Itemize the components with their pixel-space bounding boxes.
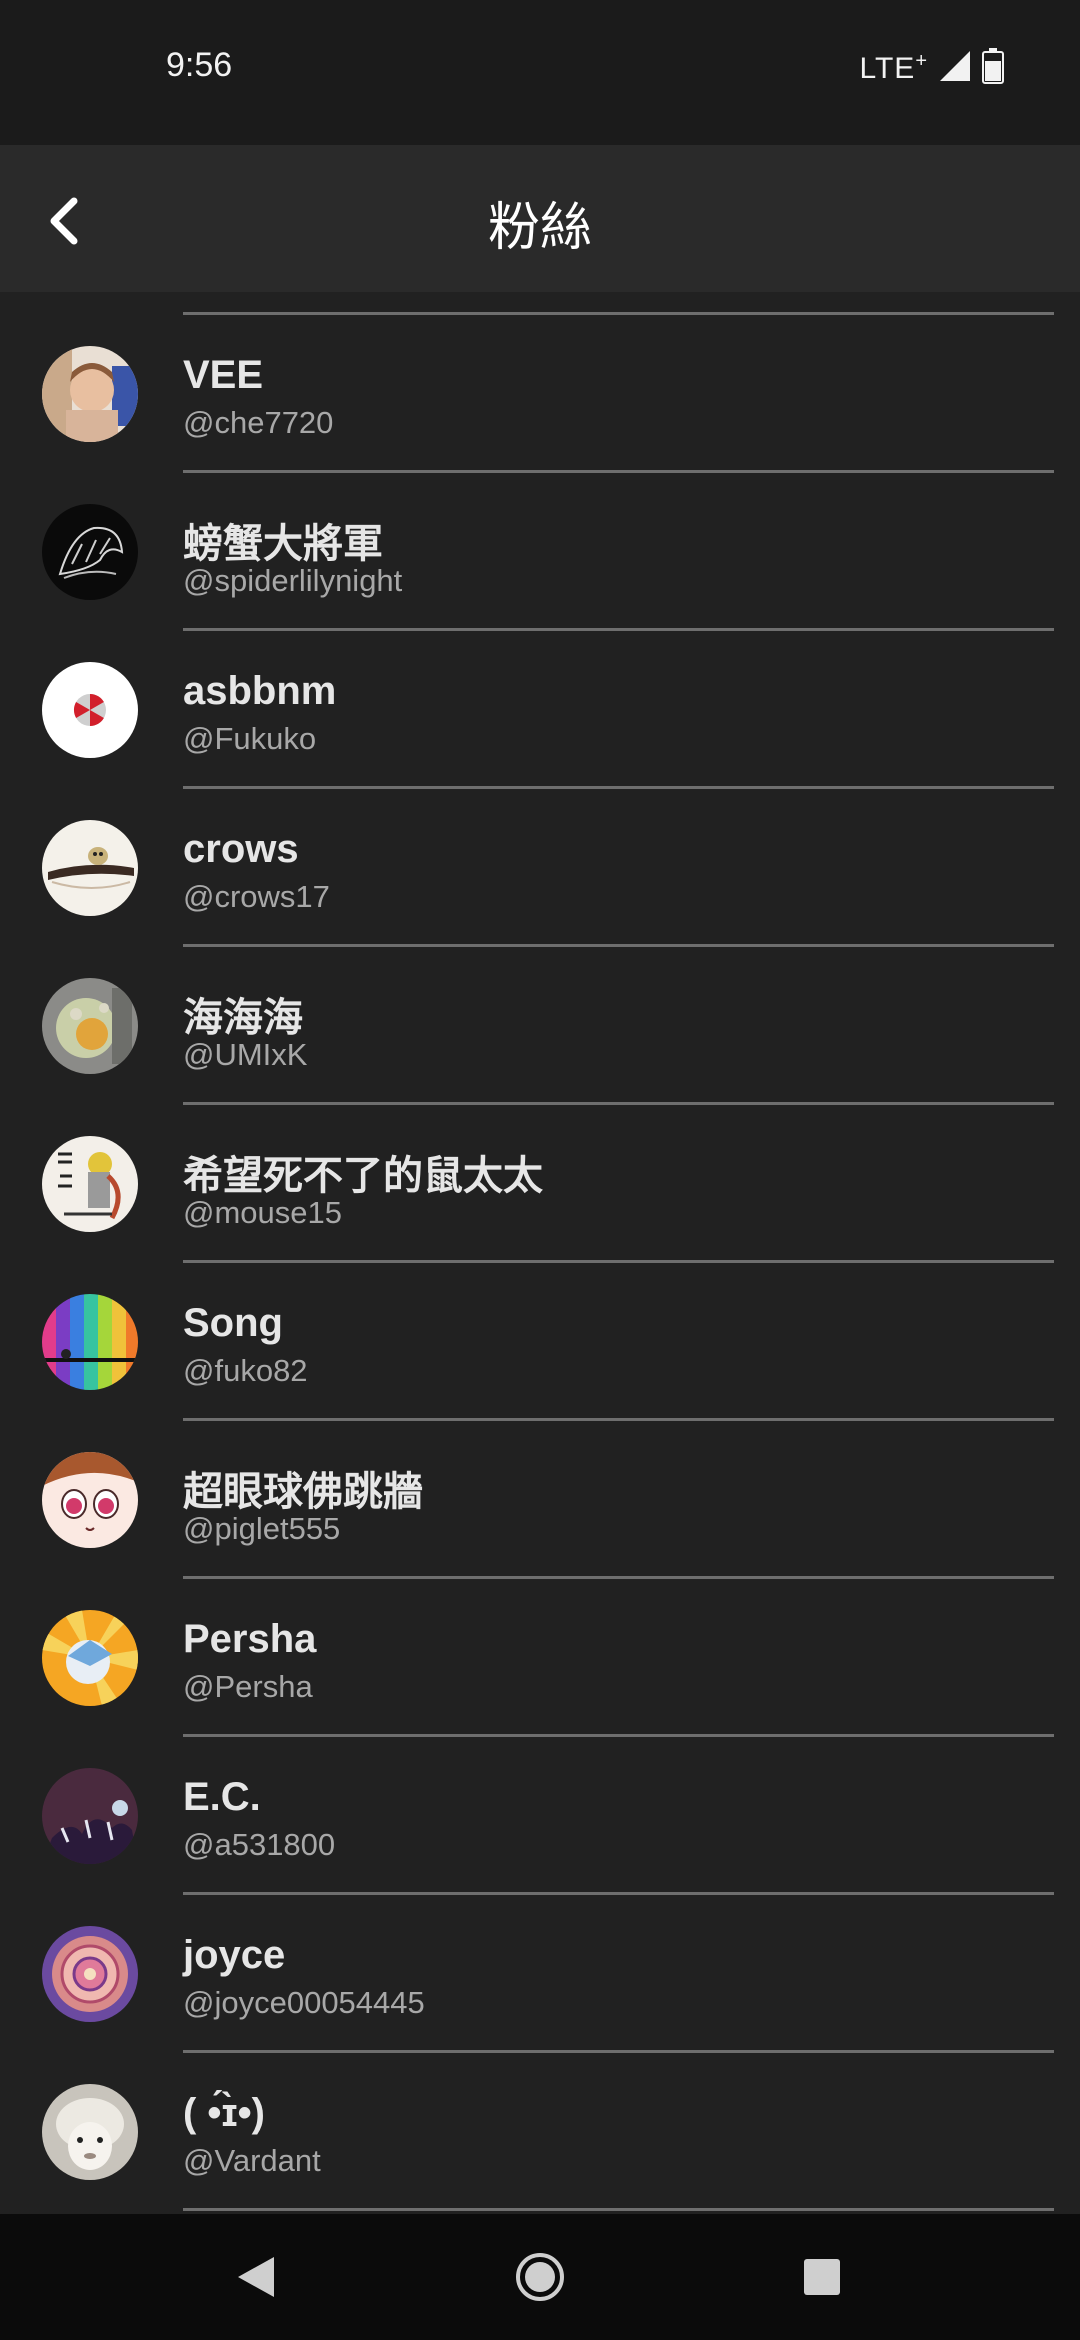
follower-name: Song	[183, 1301, 283, 1345]
follower-handle: @che7720	[183, 405, 334, 440]
status-bar: 9:56 LTE+	[0, 0, 1080, 145]
avatar	[42, 1294, 138, 1390]
follower-name: joyce	[183, 1933, 286, 1977]
follower-name: ( •́ɪ̀•)	[183, 2091, 265, 2135]
avatar	[42, 662, 138, 758]
avatar	[42, 1610, 138, 1706]
follower-list[interactable]: VEE @che7720 螃蟹大將軍 @spiderlilynight asbb…	[0, 292, 1080, 2214]
list-divider	[183, 2208, 1054, 2211]
avatar	[42, 1926, 138, 2022]
follower-handle: @joyce00054445	[183, 1985, 425, 2020]
list-item[interactable]: VEE @che7720	[0, 315, 1080, 473]
follower-handle: @Fukuko	[183, 721, 317, 756]
follower-name: 超眼球佛跳牆	[183, 1470, 423, 1514]
follower-name: 海海海	[183, 996, 303, 1040]
follower-name: crows	[183, 827, 299, 871]
list-item[interactable]: ( •́ɪ̀•) @Vardant	[0, 2053, 1080, 2211]
follower-handle: @piglet555	[183, 1511, 341, 1546]
nav-back-button[interactable]	[226, 2247, 286, 2307]
follower-handle: @crows17	[183, 879, 330, 914]
list-item[interactable]: 海海海 @UMIxK	[0, 947, 1080, 1105]
list-item[interactable]: 希望死不了的鼠太太 @mouse15	[0, 1105, 1080, 1263]
avatar	[42, 2084, 138, 2180]
app-bar: 粉絲	[0, 145, 1080, 292]
nav-recents-button[interactable]	[792, 2247, 852, 2307]
status-time: 9:56	[166, 46, 233, 84]
list-item[interactable]: Song @fuko82	[0, 1263, 1080, 1421]
follower-name: asbbnm	[183, 669, 337, 713]
nav-home-button[interactable]	[510, 2247, 570, 2307]
status-icons: LTE+	[860, 48, 1004, 88]
list-item[interactable]: E.C. @a531800	[0, 1737, 1080, 1895]
follower-handle: @a531800	[183, 1827, 336, 1862]
follower-handle: @UMIxK	[183, 1037, 308, 1072]
avatar	[42, 504, 138, 600]
system-nav-bar	[0, 2214, 1080, 2340]
follower-handle: @spiderlilynight	[183, 563, 403, 598]
follower-handle: @mouse15	[183, 1195, 342, 1230]
follower-name: E.C.	[183, 1775, 261, 1819]
avatar	[42, 820, 138, 916]
network-type: LTE+	[859, 50, 928, 85]
follower-name: VEE	[183, 353, 264, 397]
square-recents-icon	[804, 2259, 840, 2295]
follower-handle: @Vardant	[183, 2143, 321, 2178]
avatar	[42, 978, 138, 1074]
list-item[interactable]: crows @crows17	[0, 789, 1080, 947]
list-item[interactable]: joyce @joyce00054445	[0, 1895, 1080, 2053]
follower-name: 希望死不了的鼠太太	[183, 1154, 543, 1198]
list-item[interactable]: 螃蟹大將軍 @spiderlilynight	[0, 473, 1080, 631]
avatar	[42, 346, 138, 442]
follower-name: 螃蟹大將軍	[183, 522, 383, 566]
circle-home-icon	[516, 2253, 564, 2301]
list-item[interactable]: asbbnm @Fukuko	[0, 631, 1080, 789]
signal-icon	[938, 49, 972, 87]
avatar	[42, 1136, 138, 1232]
page-title: 粉絲	[487, 198, 592, 258]
follower-name: Persha	[183, 1617, 317, 1661]
follower-handle: @Persha	[183, 1669, 313, 1704]
list-item[interactable]: 超眼球佛跳牆 @piglet555	[0, 1421, 1080, 1579]
battery-icon	[982, 48, 1004, 88]
list-item[interactable]: Persha @Persha	[0, 1579, 1080, 1737]
avatar	[42, 1768, 138, 1864]
triangle-back-icon	[238, 2257, 274, 2297]
avatar	[42, 1452, 138, 1548]
follower-handle: @fuko82	[183, 1353, 308, 1388]
